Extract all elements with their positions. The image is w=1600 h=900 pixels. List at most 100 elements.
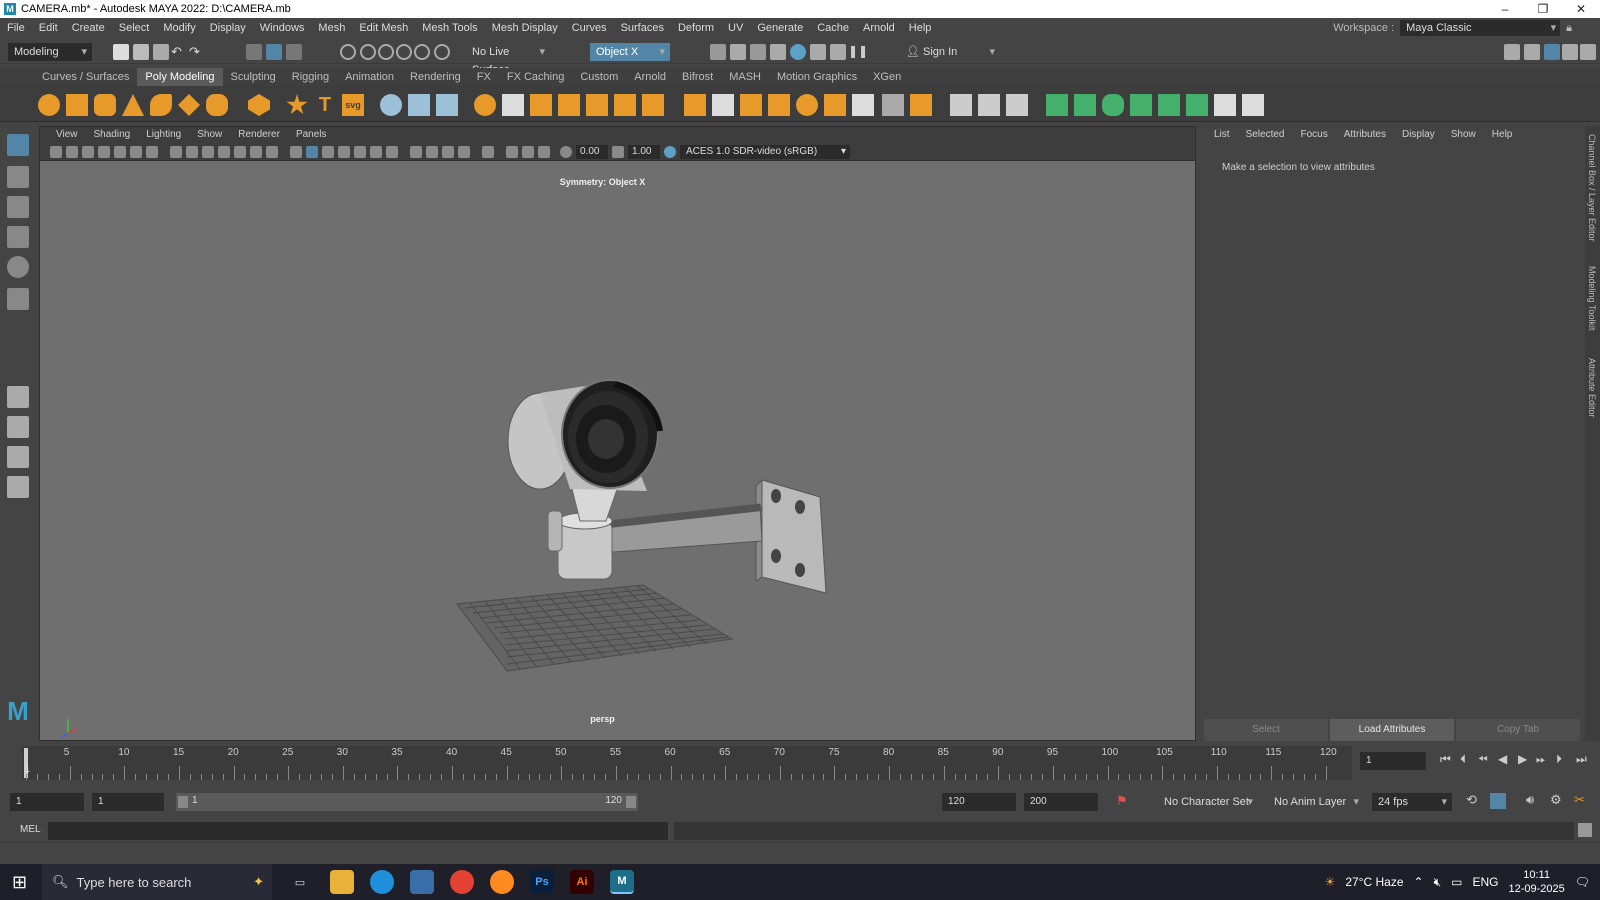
resolution-gate-icon[interactable]	[186, 146, 198, 158]
shelf-tab-mash[interactable]: MASH	[721, 68, 769, 86]
shelf-tab-xgen[interactable]: XGen	[865, 68, 909, 86]
select-button[interactable]: Select	[1204, 719, 1328, 741]
maya-taskbar-icon[interactable]: M	[610, 870, 634, 894]
multi-cut-icon[interactable]	[950, 94, 972, 116]
image-plane-icon[interactable]	[98, 146, 110, 158]
gate-mask-icon[interactable]	[202, 146, 214, 158]
poly-torus-icon[interactable]	[150, 94, 172, 116]
make-live-icon[interactable]	[434, 44, 450, 60]
default-material-icon[interactable]	[322, 146, 334, 158]
menu-file[interactable]: File	[0, 22, 32, 34]
auto-key-icon[interactable]: ⚑	[1116, 793, 1128, 809]
ae-menu-selected[interactable]: Selected	[1238, 126, 1293, 144]
select-component-icon[interactable]	[286, 44, 302, 60]
ae-menu-help[interactable]: Help	[1484, 126, 1521, 144]
clock[interactable]: 10:11 12-09-2025	[1508, 868, 1564, 896]
undo-icon[interactable]: ↶	[171, 44, 187, 60]
poly-plane-icon[interactable]	[178, 94, 200, 116]
vp-menu-lighting[interactable]: Lighting	[138, 127, 189, 143]
anim-prefs-icon[interactable]: ⚙	[1550, 792, 1562, 808]
vp-menu-view[interactable]: View	[48, 127, 86, 143]
wedge-icon[interactable]	[824, 94, 846, 116]
command-input[interactable]	[48, 822, 668, 840]
firefox-icon[interactable]	[490, 870, 514, 894]
snap-curve-icon[interactable]	[360, 44, 376, 60]
menuset-dropdown[interactable]: Modeling	[8, 43, 92, 61]
weather-text[interactable]: 27°C Haze	[1345, 875, 1403, 889]
side-tab-channel-box[interactable]: Channel Box / Layer Editor	[1587, 134, 1597, 242]
exposure-icon[interactable]	[560, 146, 572, 158]
viewport-panel[interactable]: View Shading Lighting Show Renderer Pane…	[39, 126, 1196, 741]
range-slider-bar[interactable]: 1 120	[176, 793, 638, 811]
step-forward-key-icon[interactable]: ⏵	[1556, 752, 1562, 767]
snap-view-plane-icon[interactable]	[414, 44, 430, 60]
select-camera-icon[interactable]	[50, 146, 62, 158]
illustrator-icon[interactable]: Ai	[570, 870, 594, 894]
shelf-tab-fx-caching[interactable]: FX Caching	[499, 68, 572, 86]
separate-icon[interactable]	[502, 94, 524, 116]
poly-sphere-icon[interactable]	[38, 94, 60, 116]
character-set-dropdown[interactable]: No Character Set	[1158, 793, 1258, 811]
loop-icon[interactable]: ⟲	[1466, 792, 1477, 808]
cylindrical-mapping-icon[interactable]	[1102, 94, 1124, 116]
close-button[interactable]: ✕	[1562, 0, 1600, 18]
time-ruler[interactable]: 1 5 10 15 20 25 30 35 40 45 50 55 60 65 70 75 80 85 90 95 1…	[22, 746, 1352, 780]
sculpt-icon[interactable]	[380, 94, 402, 116]
hypershade-icon[interactable]	[790, 44, 806, 60]
sound-icon[interactable]: 🔊︎	[1526, 792, 1534, 808]
gamma-field[interactable]: 1.00	[628, 145, 660, 159]
xray-joints-icon[interactable]	[426, 146, 438, 158]
cut-uv-icon[interactable]	[1242, 94, 1264, 116]
step-forward-frame-icon[interactable]: ⏩︎	[1536, 752, 1546, 767]
menu-create[interactable]: Create	[65, 22, 112, 34]
smooth-icon[interactable]	[530, 94, 552, 116]
play-forward-icon[interactable]: ▶	[1518, 752, 1527, 766]
open-scene-icon[interactable]	[133, 44, 149, 60]
grid-icon[interactable]	[146, 146, 158, 158]
ae-menu-list[interactable]: List	[1206, 126, 1238, 144]
grease-pencil-icon[interactable]	[130, 146, 142, 158]
vp-menu-panels[interactable]: Panels	[288, 127, 335, 143]
smooth-shade-icon[interactable]	[306, 146, 318, 158]
outliner-icon[interactable]	[7, 476, 29, 498]
2d-pan-zoom-icon[interactable]	[114, 146, 126, 158]
select-tool-icon[interactable]	[7, 134, 29, 156]
xray-icon[interactable]	[410, 146, 422, 158]
motion-blur-icon[interactable]	[506, 146, 518, 158]
vp-menu-renderer[interactable]: Renderer	[230, 127, 288, 143]
combine-icon[interactable]	[474, 94, 496, 116]
menu-display[interactable]: Display	[203, 22, 253, 34]
playback-end-field[interactable]: 120	[942, 793, 1016, 811]
bridge-icon[interactable]	[712, 94, 734, 116]
platonic-solid-icon[interactable]	[248, 94, 270, 116]
retopo-icon[interactable]	[614, 94, 636, 116]
poly-cylinder-icon[interactable]	[94, 94, 116, 116]
menu-mesh-tools[interactable]: Mesh Tools	[415, 22, 484, 34]
mirror-icon[interactable]	[408, 94, 430, 116]
shelf-tab-animation[interactable]: Animation	[337, 68, 402, 86]
safe-action-icon[interactable]	[234, 146, 246, 158]
step-back-key-icon[interactable]: ⏴	[1460, 752, 1466, 767]
tool-settings-icon[interactable]	[1562, 44, 1578, 60]
render-settings-icon[interactable]	[770, 44, 786, 60]
planar-mapping-icon[interactable]	[1074, 94, 1096, 116]
wireframe-shading-icon[interactable]	[290, 146, 302, 158]
exposure-field[interactable]: 0.00	[576, 145, 608, 159]
menu-deform[interactable]: Deform	[671, 22, 721, 34]
restore-button[interactable]: ❐	[1524, 0, 1562, 18]
script-editor-icon[interactable]	[1578, 823, 1592, 837]
menu-edit-mesh[interactable]: Edit Mesh	[352, 22, 415, 34]
field-chart-icon[interactable]	[218, 146, 230, 158]
subdivide-icon[interactable]	[436, 94, 458, 116]
arnold-render-view-icon[interactable]	[810, 44, 826, 60]
time-slider[interactable]: 1 5 10 15 20 25 30 35 40 45 50 55 60 65 70 75 80 85 90 95 1…	[16, 746, 1354, 782]
bookmarks-icon[interactable]	[82, 146, 94, 158]
extrude-icon[interactable]	[684, 94, 706, 116]
cache-playback-icon[interactable]	[1490, 793, 1506, 809]
fill-hole-icon[interactable]	[796, 94, 818, 116]
shelf-tab-bifrost[interactable]: Bifrost	[674, 68, 721, 86]
edge-browser-icon[interactable]	[370, 870, 394, 894]
menu-mesh-display[interactable]: Mesh Display	[485, 22, 565, 34]
menu-mesh[interactable]: Mesh	[311, 22, 352, 34]
playback-start-field[interactable]: 1	[92, 793, 164, 811]
